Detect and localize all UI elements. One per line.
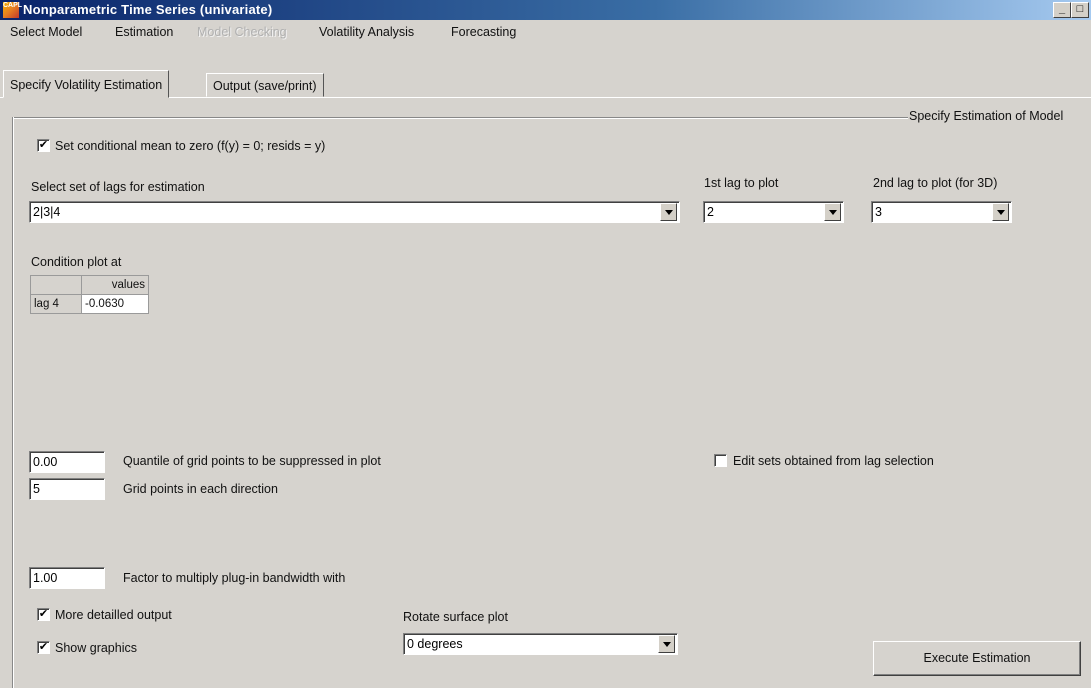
rotate-dropdown-icon[interactable] [658, 635, 675, 653]
maximize-button[interactable]: □ [1071, 2, 1089, 18]
lags-dropdown-icon[interactable] [660, 203, 677, 221]
menu-model-checking[interactable]: Model Checking [197, 25, 287, 39]
lag2-label: 2nd lag to plot (for 3D) [873, 176, 998, 190]
window-title: Nonparametric Time Series (univariate) [23, 2, 273, 17]
execute-estimation-button[interactable]: Execute Estimation [873, 641, 1081, 676]
condition-label: Condition plot at [31, 255, 122, 269]
factor-label: Factor to multiply plug-in bandwidth wit… [123, 571, 346, 585]
edit-sets-checkbox[interactable] [714, 454, 727, 467]
lag1-value: 2 [707, 205, 714, 219]
lag1-label: 1st lag to plot [704, 176, 779, 190]
quantile-label: Quantile of grid points to be suppressed… [123, 454, 381, 468]
menu-volatility-analysis[interactable]: Volatility Analysis [319, 25, 414, 39]
cond-mean-label: Set conditional mean to zero (f(y) = 0; … [55, 139, 326, 153]
show-graphics-label: Show graphics [55, 641, 137, 655]
lag1-dropdown-icon[interactable] [824, 203, 841, 221]
menu-select-model[interactable]: Select Model [10, 25, 82, 39]
show-graphics-checkbox[interactable]: ✔ [37, 641, 50, 654]
minimize-button[interactable]: _ [1053, 2, 1071, 18]
rotate-label: Rotate surface plot [403, 610, 508, 624]
condition-row-label: lag 4 [30, 294, 82, 314]
tab-output[interactable]: Output (save/print) [206, 73, 324, 97]
edit-sets-label: Edit sets obtained from lag selection [733, 454, 934, 468]
group-frame-top [12, 117, 908, 119]
tab-specify-volatility[interactable]: Specify Volatility Estimation [3, 70, 170, 98]
condition-corner [30, 275, 82, 295]
lag2-combo[interactable]: 3 [871, 201, 1012, 223]
app-icon: CAPL [3, 2, 22, 18]
menu-bar: Select Model Estimation Model Checking V… [0, 21, 1091, 43]
quantile-input[interactable]: 0.00 [29, 451, 105, 473]
menu-estimation[interactable]: Estimation [115, 25, 173, 39]
table-row: lag 4 -0.0630 [30, 294, 149, 314]
lags-value: 2|3|4 [33, 205, 61, 219]
detailed-output-checkbox[interactable]: ✔ [37, 608, 50, 621]
condition-table: values lag 4 -0.0630 [30, 275, 149, 314]
lags-label: Select set of lags for estimation [31, 180, 205, 194]
lags-combo[interactable]: 2|3|4 [29, 201, 680, 223]
group-frame-left [12, 117, 14, 688]
condition-column-header: values [81, 275, 149, 295]
lag1-combo[interactable]: 2 [703, 201, 844, 223]
gridpoints-label: Grid points in each direction [123, 482, 278, 496]
detailed-output-label: More detailled output [55, 608, 172, 622]
rotate-value: 0 degrees [407, 637, 463, 651]
rotate-combo[interactable]: 0 degrees [403, 633, 678, 655]
group-title: Specify Estimation of Model [909, 109, 1064, 123]
condition-value-cell[interactable]: -0.0630 [81, 294, 149, 314]
lag2-value: 3 [875, 205, 882, 219]
lag2-dropdown-icon[interactable] [992, 203, 1009, 221]
gridpoints-input[interactable]: 5 [29, 478, 105, 500]
title-bar: CAPL Nonparametric Time Series (univaria… [0, 0, 1091, 20]
menu-forecasting[interactable]: Forecasting [451, 25, 516, 39]
factor-input[interactable]: 1.00 [29, 567, 105, 589]
cond-mean-checkbox[interactable]: ✔ [37, 139, 50, 152]
